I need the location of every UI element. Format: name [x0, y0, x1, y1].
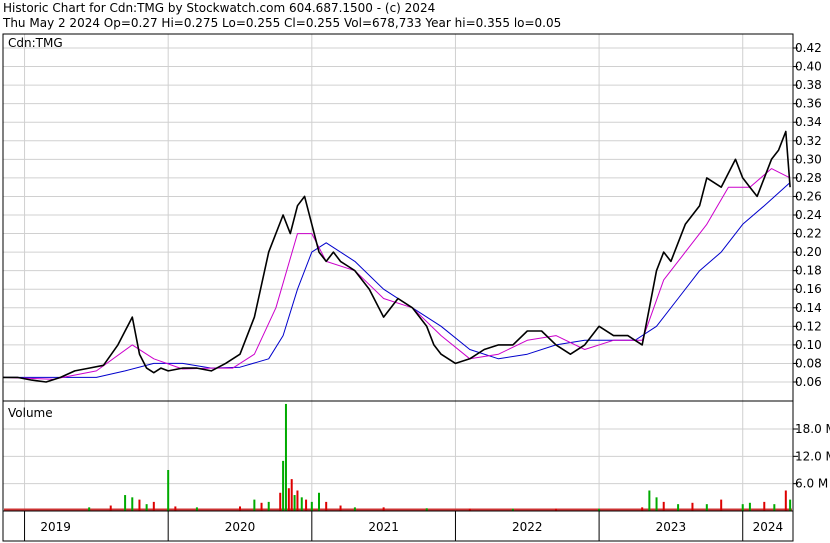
volume-bar — [239, 506, 241, 511]
year-label: 2022 — [512, 520, 543, 534]
volume-grid — [3, 401, 793, 511]
volume-panel-label: Volume — [8, 406, 53, 420]
year-label: 2019 — [40, 520, 71, 534]
volume-bars — [4, 403, 792, 511]
volume-bar — [641, 507, 644, 511]
price-tick-label: 0.38 — [795, 78, 822, 92]
volume-bar — [720, 499, 723, 511]
price-grid — [3, 34, 793, 401]
volume-bar — [174, 506, 177, 511]
volume-tick-label: 12.0 M — [795, 449, 830, 463]
volume-bar — [253, 499, 256, 511]
price-tick-label: 0.42 — [795, 41, 822, 55]
volume-bar — [339, 505, 342, 511]
volume-bar — [284, 403, 287, 511]
volume-bar — [279, 492, 282, 511]
volume-bar — [282, 460, 285, 511]
volume-bar — [260, 502, 263, 511]
price-tick-label: 0.08 — [795, 356, 822, 370]
price-tick-label: 0.10 — [795, 338, 822, 352]
year-label: 2021 — [368, 520, 399, 534]
price-tick-label: 0.18 — [795, 264, 822, 278]
year-label: 2020 — [225, 520, 256, 534]
volume-bar — [789, 499, 792, 511]
volume-bar — [705, 504, 708, 511]
volume-bar — [167, 470, 170, 511]
price-panel-label: Cdn:TMG — [8, 36, 63, 50]
volume-bar — [195, 507, 198, 511]
price-tick-label: 0.36 — [795, 97, 822, 111]
volume-bar — [109, 505, 112, 511]
volume-bar — [293, 495, 296, 511]
volume-bar — [648, 490, 651, 511]
price-tick-label: 0.30 — [795, 152, 822, 166]
volume-bar — [287, 488, 290, 511]
volume-bar — [662, 501, 665, 511]
volume-bar — [267, 501, 270, 511]
price-tick-label: 0.40 — [795, 60, 822, 74]
volume-bar — [784, 490, 787, 511]
year-label: 2023 — [656, 520, 687, 534]
volume-bar — [131, 497, 134, 511]
price-tick-label: 0.24 — [795, 208, 822, 222]
volume-bar — [325, 501, 328, 511]
volume-bar — [290, 479, 293, 511]
price-tick-label: 0.34 — [795, 115, 822, 129]
volume-bar — [773, 504, 776, 511]
stock-chart: 0.42 0.40 0.38 0.36 0.34 0.32 0.30 0.28 0.26 0.24… — [2, 33, 830, 542]
price-tick-label: 0.32 — [795, 134, 822, 148]
price-tick-label: 0.26 — [795, 189, 822, 203]
volume-bar — [305, 499, 308, 511]
volume-bar — [138, 499, 141, 511]
price-axis: 0.42 0.40 0.38 0.36 0.34 0.32 0.30 0.28 0.26 0.24… — [793, 41, 822, 389]
volume-bar — [124, 495, 127, 511]
price-tick-label: 0.28 — [795, 171, 822, 185]
volume-bar — [741, 504, 744, 511]
volume-bar — [88, 507, 91, 511]
volume-bar — [691, 502, 694, 511]
volume-bar — [318, 492, 320, 511]
x-axis: 2019 2020 2021 2022 2023 2024 — [24, 511, 784, 541]
price-tick-label: 0.12 — [795, 319, 822, 333]
price-tick-label: 0.20 — [795, 245, 822, 259]
volume-bar — [748, 502, 751, 511]
volume-bar — [152, 501, 155, 511]
volume-bar — [145, 504, 148, 511]
volume-tick-label: 6.0 M — [795, 477, 828, 491]
volume-tick-label: 18.0 M — [795, 422, 830, 436]
volume-bar — [763, 501, 766, 511]
price-tick-label: 0.22 — [795, 227, 822, 241]
year-label: 2024 — [753, 520, 784, 534]
price-panel-frame — [2, 33, 794, 402]
volume-bar — [296, 490, 299, 511]
volume-bar — [677, 504, 680, 511]
volume-bar — [310, 501, 313, 511]
volume-bar — [300, 497, 303, 511]
price-tick-label: 0.14 — [795, 301, 822, 315]
volume-axis: 18.0 M 12.0 M 6.0 M — [793, 422, 830, 491]
series-ma-long — [3, 182, 791, 378]
price-tick-label: 0.06 — [795, 375, 822, 389]
volume-bar — [655, 497, 658, 511]
series-ma-short — [2, 168, 791, 380]
volume-bar — [353, 507, 356, 511]
price-tick-label: 0.16 — [795, 282, 822, 296]
volume-bar — [382, 507, 385, 511]
